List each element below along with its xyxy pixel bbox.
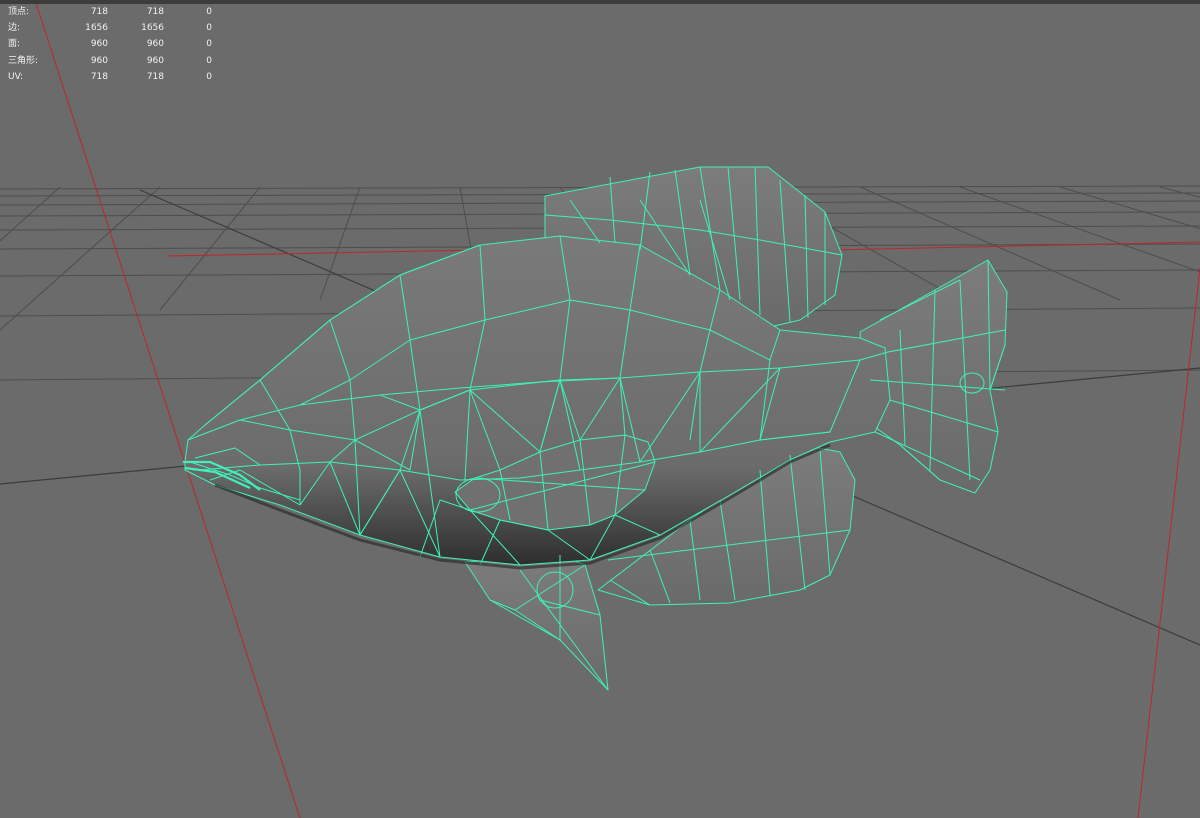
hud-value: 0 [206, 71, 212, 82]
hud-value: 960 [146, 55, 164, 66]
hud-row-vertices: 顶点: 718 718 0 [8, 4, 228, 20]
hud-row-uvs: UV: 718 718 0 [8, 69, 228, 85]
hud-label: 顶点: [8, 7, 30, 17]
hud-value: 0 [206, 7, 212, 17]
hud-value: 0 [206, 39, 212, 50]
poly-count-hud: 顶点: 718 718 0 边: 1656 1656 0 面: 960 960 … [8, 4, 228, 85]
3d-viewport[interactable]: 顶点: 718 718 0 边: 1656 1656 0 面: 960 960 … [0, 0, 1200, 818]
hud-value: 960 [90, 39, 108, 50]
hud-value: 718 [146, 71, 164, 82]
hud-row-faces: 面: 960 960 0 [8, 36, 228, 52]
hud-label: UV: [8, 71, 24, 82]
hud-value: 718 [146, 7, 164, 17]
hud-value: 0 [206, 23, 212, 34]
hud-value: 960 [90, 55, 108, 66]
hud-value: 718 [90, 71, 108, 82]
hud-row-triangles: 三角形: 960 960 0 [8, 53, 228, 69]
hud-label: 边: [8, 23, 21, 34]
hud-value: 1656 [141, 23, 164, 34]
viewport-scene[interactable] [0, 0, 1200, 818]
hud-value: 0 [206, 55, 212, 66]
hud-value: 1656 [85, 23, 108, 34]
hud-row-edges: 边: 1656 1656 0 [8, 20, 228, 36]
hud-label: 面: [8, 39, 21, 50]
hud-value: 960 [146, 39, 164, 50]
hud-value: 718 [90, 7, 108, 17]
pelvic-fin [464, 554, 609, 691]
hud-label: 三角形: [8, 55, 39, 66]
